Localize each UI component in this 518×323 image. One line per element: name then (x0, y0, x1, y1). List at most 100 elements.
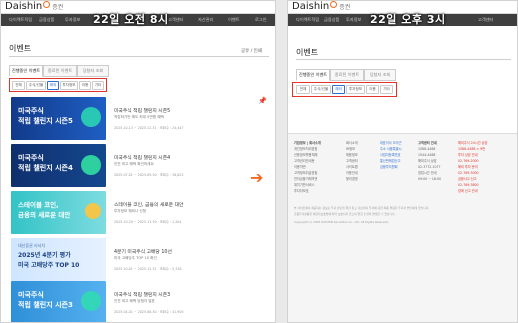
filter-chip[interactable]: 전체 (12, 81, 25, 90)
event-title[interactable]: 4분기 미국주식 고배당 10선 (114, 248, 172, 255)
nav-item[interactable]: 로그인 (255, 14, 267, 26)
event-date: 2025.10.01 ~ 2025.12.31 · 조회수 : 5,318 (114, 267, 182, 271)
event-title[interactable]: 미국주식 적립 챌린지 시즌5 (114, 107, 170, 114)
filter-chip[interactable]: 해외 (47, 81, 59, 90)
logo-mark-icon (43, 1, 51, 8)
thumb-line: 미국주식 (18, 154, 44, 162)
brand-name: Daishin (292, 1, 330, 12)
event-list-item[interactable]: 미국주식 적립 챌린지 시즌5 미국주식 적립 챌린지 시즌5 적립하기만 해도… (11, 97, 269, 140)
filter-chip[interactable]: 전체 (296, 85, 310, 94)
filter-chip[interactable]: 투자정보 (346, 85, 365, 94)
footer-info: 금융투자협회 (380, 165, 398, 169)
daishin-logo[interactable]: Daishin 증권 (292, 1, 350, 14)
nav-item[interactable]: 고객센터 (478, 14, 493, 26)
tab-ongoing[interactable]: 진행중인 이벤트 (9, 65, 43, 77)
coin-graphic-icon (81, 291, 101, 311)
thumb-line: 2025년 4분기 평가 (18, 252, 71, 259)
event-desc: 투자정보 웨비나 신청 (114, 209, 147, 213)
filter-chip[interactable]: 기타 (92, 81, 104, 90)
time-overlay-label: 22일 오전 8시 (93, 13, 169, 26)
thumb-line: 미국주식 (18, 107, 44, 115)
before-screenshot-panel: Daishin 증권 다이렉트적립 금융상품 투자정보 고객센터 자산관리 이벤트… (0, 0, 276, 323)
footer-column: 해외주식 24시간 상담 1588-4488 > 9번 투자 상담 안내 02-… (458, 140, 488, 194)
nav-item[interactable]: 금융상품 (39, 14, 54, 26)
filter-chip[interactable]: 이용 (79, 81, 91, 90)
nav-item[interactable]: 자산관리 (198, 14, 213, 26)
event-desc: 미국 고배당주 TOP 10 확인 (114, 256, 157, 260)
nav-item[interactable]: 투자정보 (65, 14, 80, 26)
event-desc: 적립하기만 해도 최대 5만원 혜택 (114, 115, 164, 119)
divider (296, 59, 511, 60)
tab-winners[interactable]: 당첨자 조회 (364, 69, 396, 81)
thumb-line: 적립 챌린지 시즌5 (18, 117, 73, 125)
coin-graphic-icon (81, 107, 101, 127)
event-desc: 인천 최고 혜택 당첨자 발표 (114, 299, 155, 303)
brand-sub: 증권 (52, 4, 64, 11)
event-thumbnail[interactable]: 미국주식 적립 챌린지 시즌4 (11, 144, 106, 187)
footer-column: 고객센터 안내 1588-4488 1544-4488 해외주식 상담 02-3… (418, 140, 441, 182)
footer-column: 회사소개 IR정보 채용정보 고객센터 사이트맵 이용안내 윤리경영 (346, 140, 358, 182)
brand-sub: 증권 (339, 4, 351, 11)
nav-item[interactable]: 고객센터 (168, 14, 183, 26)
event-title[interactable]: 미국주식 적립 챌린지 시즌3 (114, 291, 170, 298)
nav-item[interactable]: 다이렉트적립 (9, 14, 32, 26)
nav-item[interactable]: 이벤트 (228, 14, 240, 26)
page-tools[interactable]: 공유 / 인쇄 (241, 48, 262, 54)
filter-chip[interactable]: 주식/선물 (26, 81, 46, 90)
thumb-line: 스테이블 코인, (18, 201, 59, 209)
after-screenshot-panel: Daishin 증권 다이렉트적립 금융상품 투자정보 고객센터 22일 오후 3… (287, 0, 518, 323)
thumb-line: 금융의 새로운 대안 (18, 211, 71, 219)
thumb-line: 미국 고배당주 TOP 10 (18, 262, 80, 269)
nav-item[interactable]: 투자정보 (346, 14, 361, 26)
event-desc: 인천 최고 혜택 확인하세요 (114, 162, 154, 166)
filter-chip[interactable]: 투자정보 (60, 81, 78, 90)
footer-info: 장애 신고 안내 (458, 189, 478, 193)
divider (9, 56, 269, 57)
filter-chip[interactable]: 주식/선물 (311, 85, 331, 94)
thumb-caption: 대신증권 리서치 (18, 243, 46, 248)
gold-coin-icon (85, 203, 101, 219)
event-date: 2025.10.13 ~ 2025.12.31 · 조회수 : 24,447 (114, 126, 184, 130)
tab-ended[interactable]: 종료된 이벤트 (43, 65, 77, 77)
page-title: 이벤트 (9, 44, 32, 53)
event-thumbnail[interactable]: 미국주식 적립 챌린지 시즌5 (11, 97, 106, 140)
event-thumbnail[interactable]: 스테이블 코인, 금융의 새로운 대안 (11, 191, 106, 234)
footer-column: 대표이사 오익근 주소 서울특별시 사업자등록번호 통신판매업신고 금융투자협회 (380, 140, 402, 170)
filter-chip[interactable]: 이용 (366, 85, 379, 94)
thumb-line: 적립 챌린지 시즌4 (18, 164, 73, 172)
tab-ended[interactable]: 종료된 이벤트 (330, 69, 364, 81)
event-thumbnail[interactable]: 미국주식 적립 챌린지 시즌3 (11, 281, 106, 322)
event-date: 2025.07.01 ~ 2025.09.30 · 조회수 : 38,622 (114, 173, 184, 177)
event-title[interactable]: 스테이블 코인, 금융의 새로운 대안 (114, 201, 183, 208)
site-footer: 기업정보 | 회사소개 개인정보처리방침 신용정보활용체제 고객권리안내문 이용… (288, 133, 517, 322)
footer-column: 기업정보 | 회사소개 개인정보처리방침 신용정보활용체제 고객권리안내문 이용… (294, 140, 321, 194)
copyright: Copyright (c) 2025 DAISHIN Securities Co… (294, 220, 389, 224)
footer-link[interactable]: 투자자보호 (294, 188, 321, 194)
event-list-item[interactable]: 미국주식 적립 챌린지 시즌3 미국주식 적립 챌린지 시즌3 인천 최고 혜택… (11, 281, 269, 322)
tab-winners[interactable]: 당첨자 조회 (77, 65, 109, 77)
logo-mark-icon (330, 1, 338, 8)
event-thumbnail[interactable]: 대신증권 리서치 2025년 4분기 평가 미국 고배당주 TOP 10 (11, 238, 106, 281)
brand-name: Daishin (5, 1, 43, 12)
nav-item[interactable]: 다이렉트적립 (296, 14, 319, 26)
pin-icon: 📌 (258, 97, 267, 105)
time-overlay-label: 22일 오후 3시 (370, 13, 446, 26)
filter-chip[interactable]: 해외 (332, 85, 345, 94)
filter-chip[interactable]: 기타 (380, 85, 393, 94)
event-title[interactable]: 미국주식 적립 챌린지 시즌4 (114, 154, 170, 161)
page-title: 이벤트 (296, 48, 319, 57)
event-list-item[interactable]: 스테이블 코인, 금융의 새로운 대안 스테이블 코인, 금융의 새로운 대안 … (11, 191, 269, 234)
event-list-item[interactable]: 미국주식 적립 챌린지 시즌4 미국주식 적립 챌린지 시즌4 인천 최고 혜택… (11, 144, 269, 187)
category-filter-highlight: 전체 주식/선물 해외 투자정보 이용 기타 (292, 82, 397, 97)
thumb-line: 미국주식 (18, 291, 44, 299)
thumb-line: 적립 챌린지 시즌3 (18, 301, 73, 309)
event-tabs: 진행중인 이벤트 종료된 이벤트 당첨자 조회 (296, 69, 496, 81)
daishin-logo[interactable]: Daishin 증권 (5, 1, 63, 14)
event-list-item[interactable]: 대신증권 리서치 2025년 4분기 평가 미국 고배당주 TOP 10 4분기… (11, 238, 269, 281)
footer-link[interactable]: 윤리경영 (346, 176, 358, 182)
footer-info: 09:00 ~ 18:00 (418, 177, 442, 181)
nav-item[interactable]: 금융상품 (324, 14, 339, 26)
tab-ongoing[interactable]: 진행중인 이벤트 (296, 69, 330, 81)
event-date: 2025.04.01 ~ 2025.06.30 · 조회수 : 41,905 (114, 310, 184, 314)
category-filter-highlight: 전체 주식/선물 해외 투자정보 이용 기타 (9, 78, 107, 92)
